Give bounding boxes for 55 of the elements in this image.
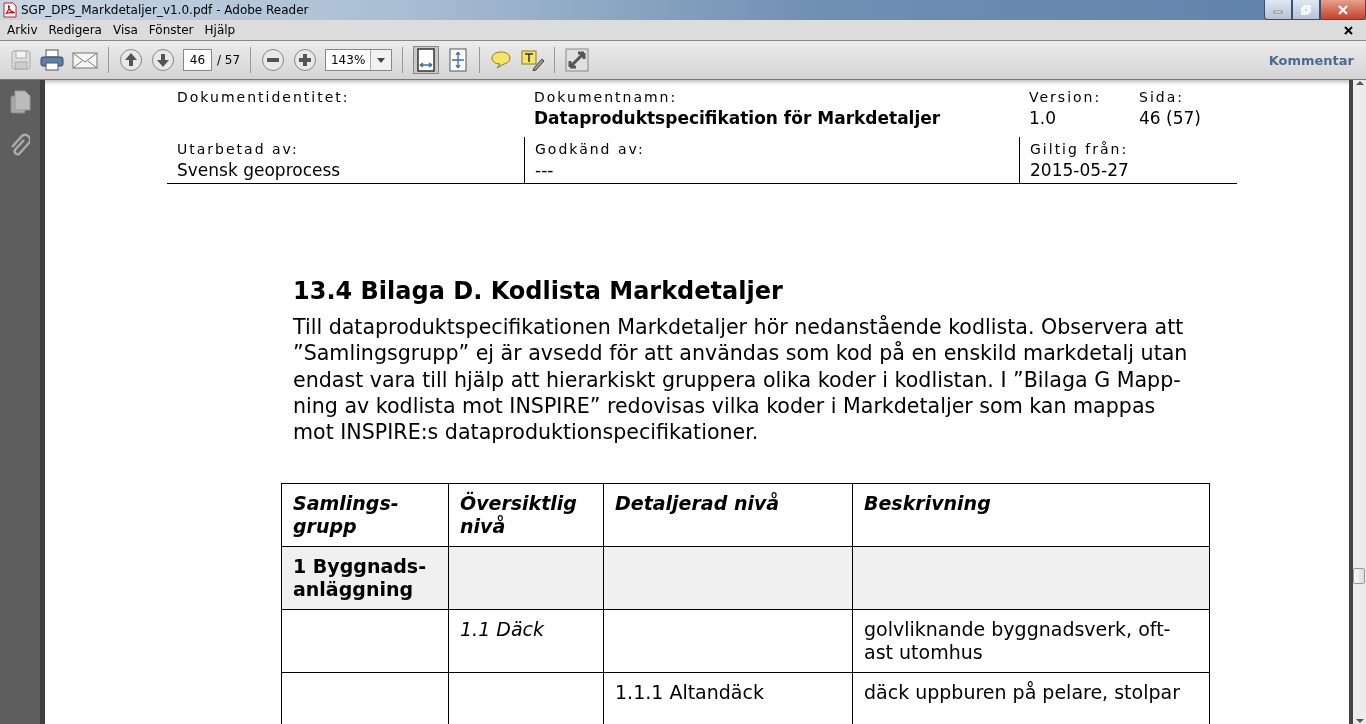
- caret-icon: [377, 57, 386, 63]
- field-label: Version:: [1029, 88, 1102, 107]
- field-label: Dokumentnamn:: [534, 88, 678, 107]
- scroll-thumb[interactable]: [1353, 568, 1365, 584]
- menu-item[interactable]: Arkiv: [3, 23, 45, 37]
- field-value: Svensk geoprocess: [177, 159, 341, 181]
- expand-icon[interactable]: [565, 48, 590, 72]
- table-cell: golvliknande byggnadsverk, oft- ast utomhus: [852, 610, 1210, 673]
- menu-item[interactable]: Hjälp: [200, 23, 243, 37]
- zoom-field[interactable]: 143%: [325, 49, 393, 71]
- fit-width-icon[interactable]: [447, 48, 470, 72]
- comment-button[interactable]: Kommentar: [1268, 52, 1354, 68]
- pages-icon[interactable]: [9, 90, 31, 114]
- page-number-field[interactable]: 46: [183, 49, 212, 71]
- scroll-down-icon[interactable]: [1355, 718, 1364, 724]
- fit-page-button[interactable]: [413, 46, 440, 74]
- mail-icon[interactable]: [72, 51, 98, 69]
- window-title: SGP_DPS_Markdetaljer_v1.0.pdf - Adobe Reader: [21, 3, 310, 17]
- column-header: Samlings- grupp: [281, 484, 449, 547]
- field-value: Dataproduktspecifikation för Markdetaljer: [534, 107, 941, 129]
- plus-icon[interactable]: [293, 48, 318, 72]
- column-header: Beskrivning: [852, 484, 1210, 547]
- restore-icon: [1301, 4, 1311, 15]
- close-icon: [1337, 4, 1349, 15]
- minimize-button[interactable]: [1264, 0, 1292, 20]
- field-value: 46 (57): [1139, 107, 1201, 129]
- page-count: / 57: [217, 53, 241, 67]
- field-value: 2015-05-27: [1030, 159, 1129, 181]
- close-icon[interactable]: [1344, 25, 1353, 35]
- pdf-icon: [3, 2, 17, 18]
- restore-button[interactable]: [1292, 0, 1320, 20]
- menu-item[interactable]: Fönster: [144, 23, 201, 37]
- column-header: Detaljerad nivå: [603, 484, 853, 547]
- field-label: Utarbetad av:: [177, 140, 299, 159]
- section-heading: 13.4 Bilaga D. Kodlista Markdetaljer: [293, 276, 784, 306]
- field-label: Giltig från:: [1030, 140, 1129, 159]
- fit-page-icon: [415, 48, 438, 72]
- close-button[interactable]: [1320, 0, 1366, 20]
- table-cell: 1.1 Däck: [448, 610, 604, 673]
- field-label: Sida:: [1139, 88, 1184, 107]
- table-cell: 1 Byggnads- anläggning: [281, 547, 449, 610]
- paperclip-icon[interactable]: [10, 132, 30, 158]
- menu-item[interactable]: Visa: [108, 23, 145, 37]
- print-icon[interactable]: [40, 49, 64, 71]
- paragraph: Till dataproduktspecifikationen Markdetaljer hör nedanstående kodlista. Observera att ”Samlingsgrupp” ej är avsedd för att användas som kod på en enskild markdetalj utan endast vara till hjälp att hierarkiskt gruppera olika koder i kodlistan. I ”Bilaga G Mapp- ning av kodlista mot INSPIRE” redovisas vilka koder i Markdetaljer som kan mappas mot INSPIRE:s dataproduktionspecifikationer.: [293, 314, 1189, 446]
- field-label: Godkänd av:: [535, 140, 645, 159]
- menu-item[interactable]: Redigera: [44, 23, 109, 37]
- field-label: Dokumentidentitet:: [177, 88, 350, 107]
- scrollbar[interactable]: [1349, 80, 1366, 724]
- minus-icon[interactable]: [261, 48, 286, 72]
- column-header: Översiktlig nivå: [448, 484, 604, 547]
- field-value: ---: [535, 159, 554, 181]
- comment-icon[interactable]: [490, 50, 513, 70]
- highlight-text-icon[interactable]: [520, 49, 545, 71]
- field-value: 1.0: [1029, 107, 1057, 129]
